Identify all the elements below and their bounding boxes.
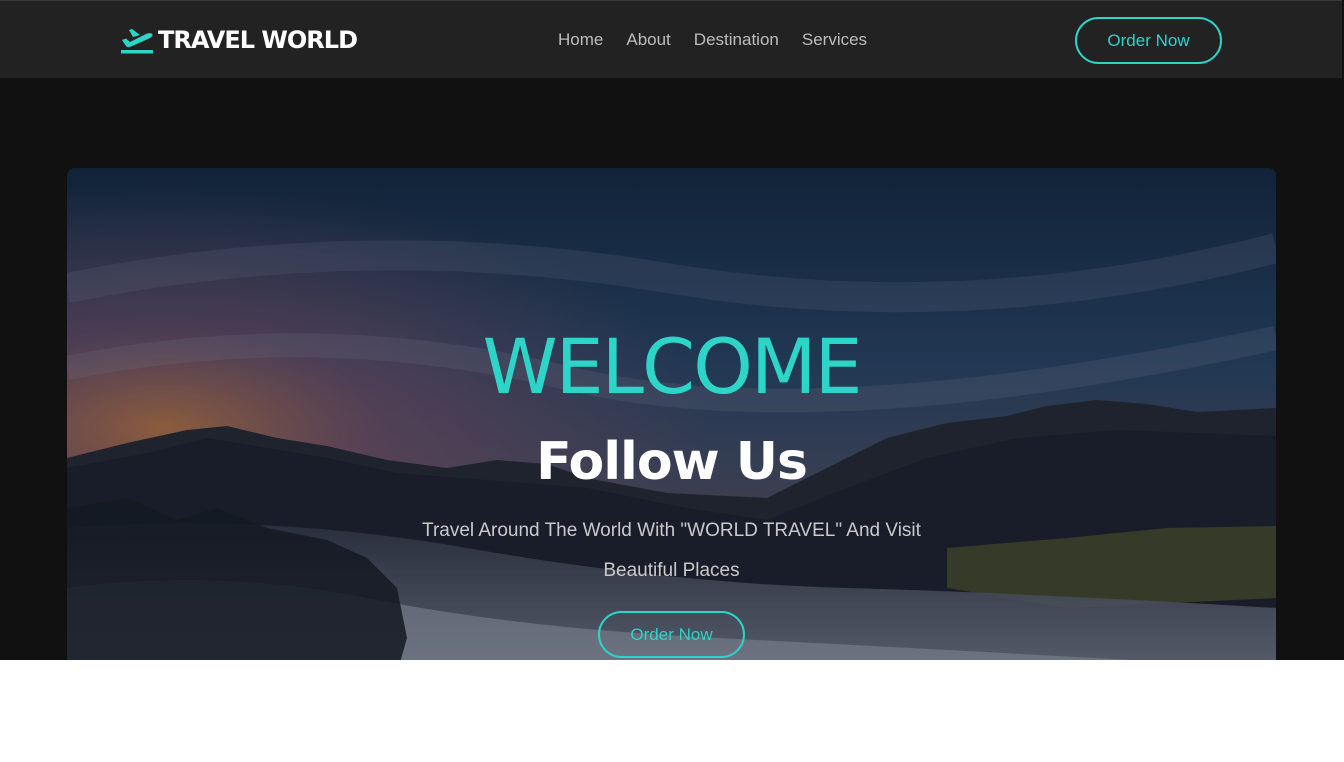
hero-banner: WELCOME Follow Us Travel Around The Worl…	[67, 168, 1276, 660]
hero-description: Travel Around The World With "WORLD TRAV…	[422, 520, 921, 581]
hero-subtitle: Follow Us	[536, 432, 808, 492]
brand-name: TRAVEL WORLD	[158, 26, 358, 54]
brand-logo[interactable]: TRAVEL WORLD	[120, 23, 358, 57]
nav-order-now-button[interactable]: Order Now	[1075, 17, 1222, 64]
nav-link-about[interactable]: About	[626, 30, 670, 49]
nav-link-home[interactable]: Home	[558, 30, 603, 49]
hero-order-now-button[interactable]: Order Now	[598, 611, 745, 658]
page: TRAVEL WORLD Home About Destination Serv…	[0, 0, 1344, 660]
navbar: TRAVEL WORLD Home About Destination Serv…	[0, 0, 1342, 78]
nav-menu: Home About Destination Services	[558, 28, 890, 52]
nav-link-destination[interactable]: Destination	[694, 30, 779, 49]
plane-departure-icon	[121, 29, 153, 54]
hero-welcome-heading: WELCOME	[482, 322, 863, 411]
nav-link-services[interactable]: Services	[802, 30, 867, 49]
